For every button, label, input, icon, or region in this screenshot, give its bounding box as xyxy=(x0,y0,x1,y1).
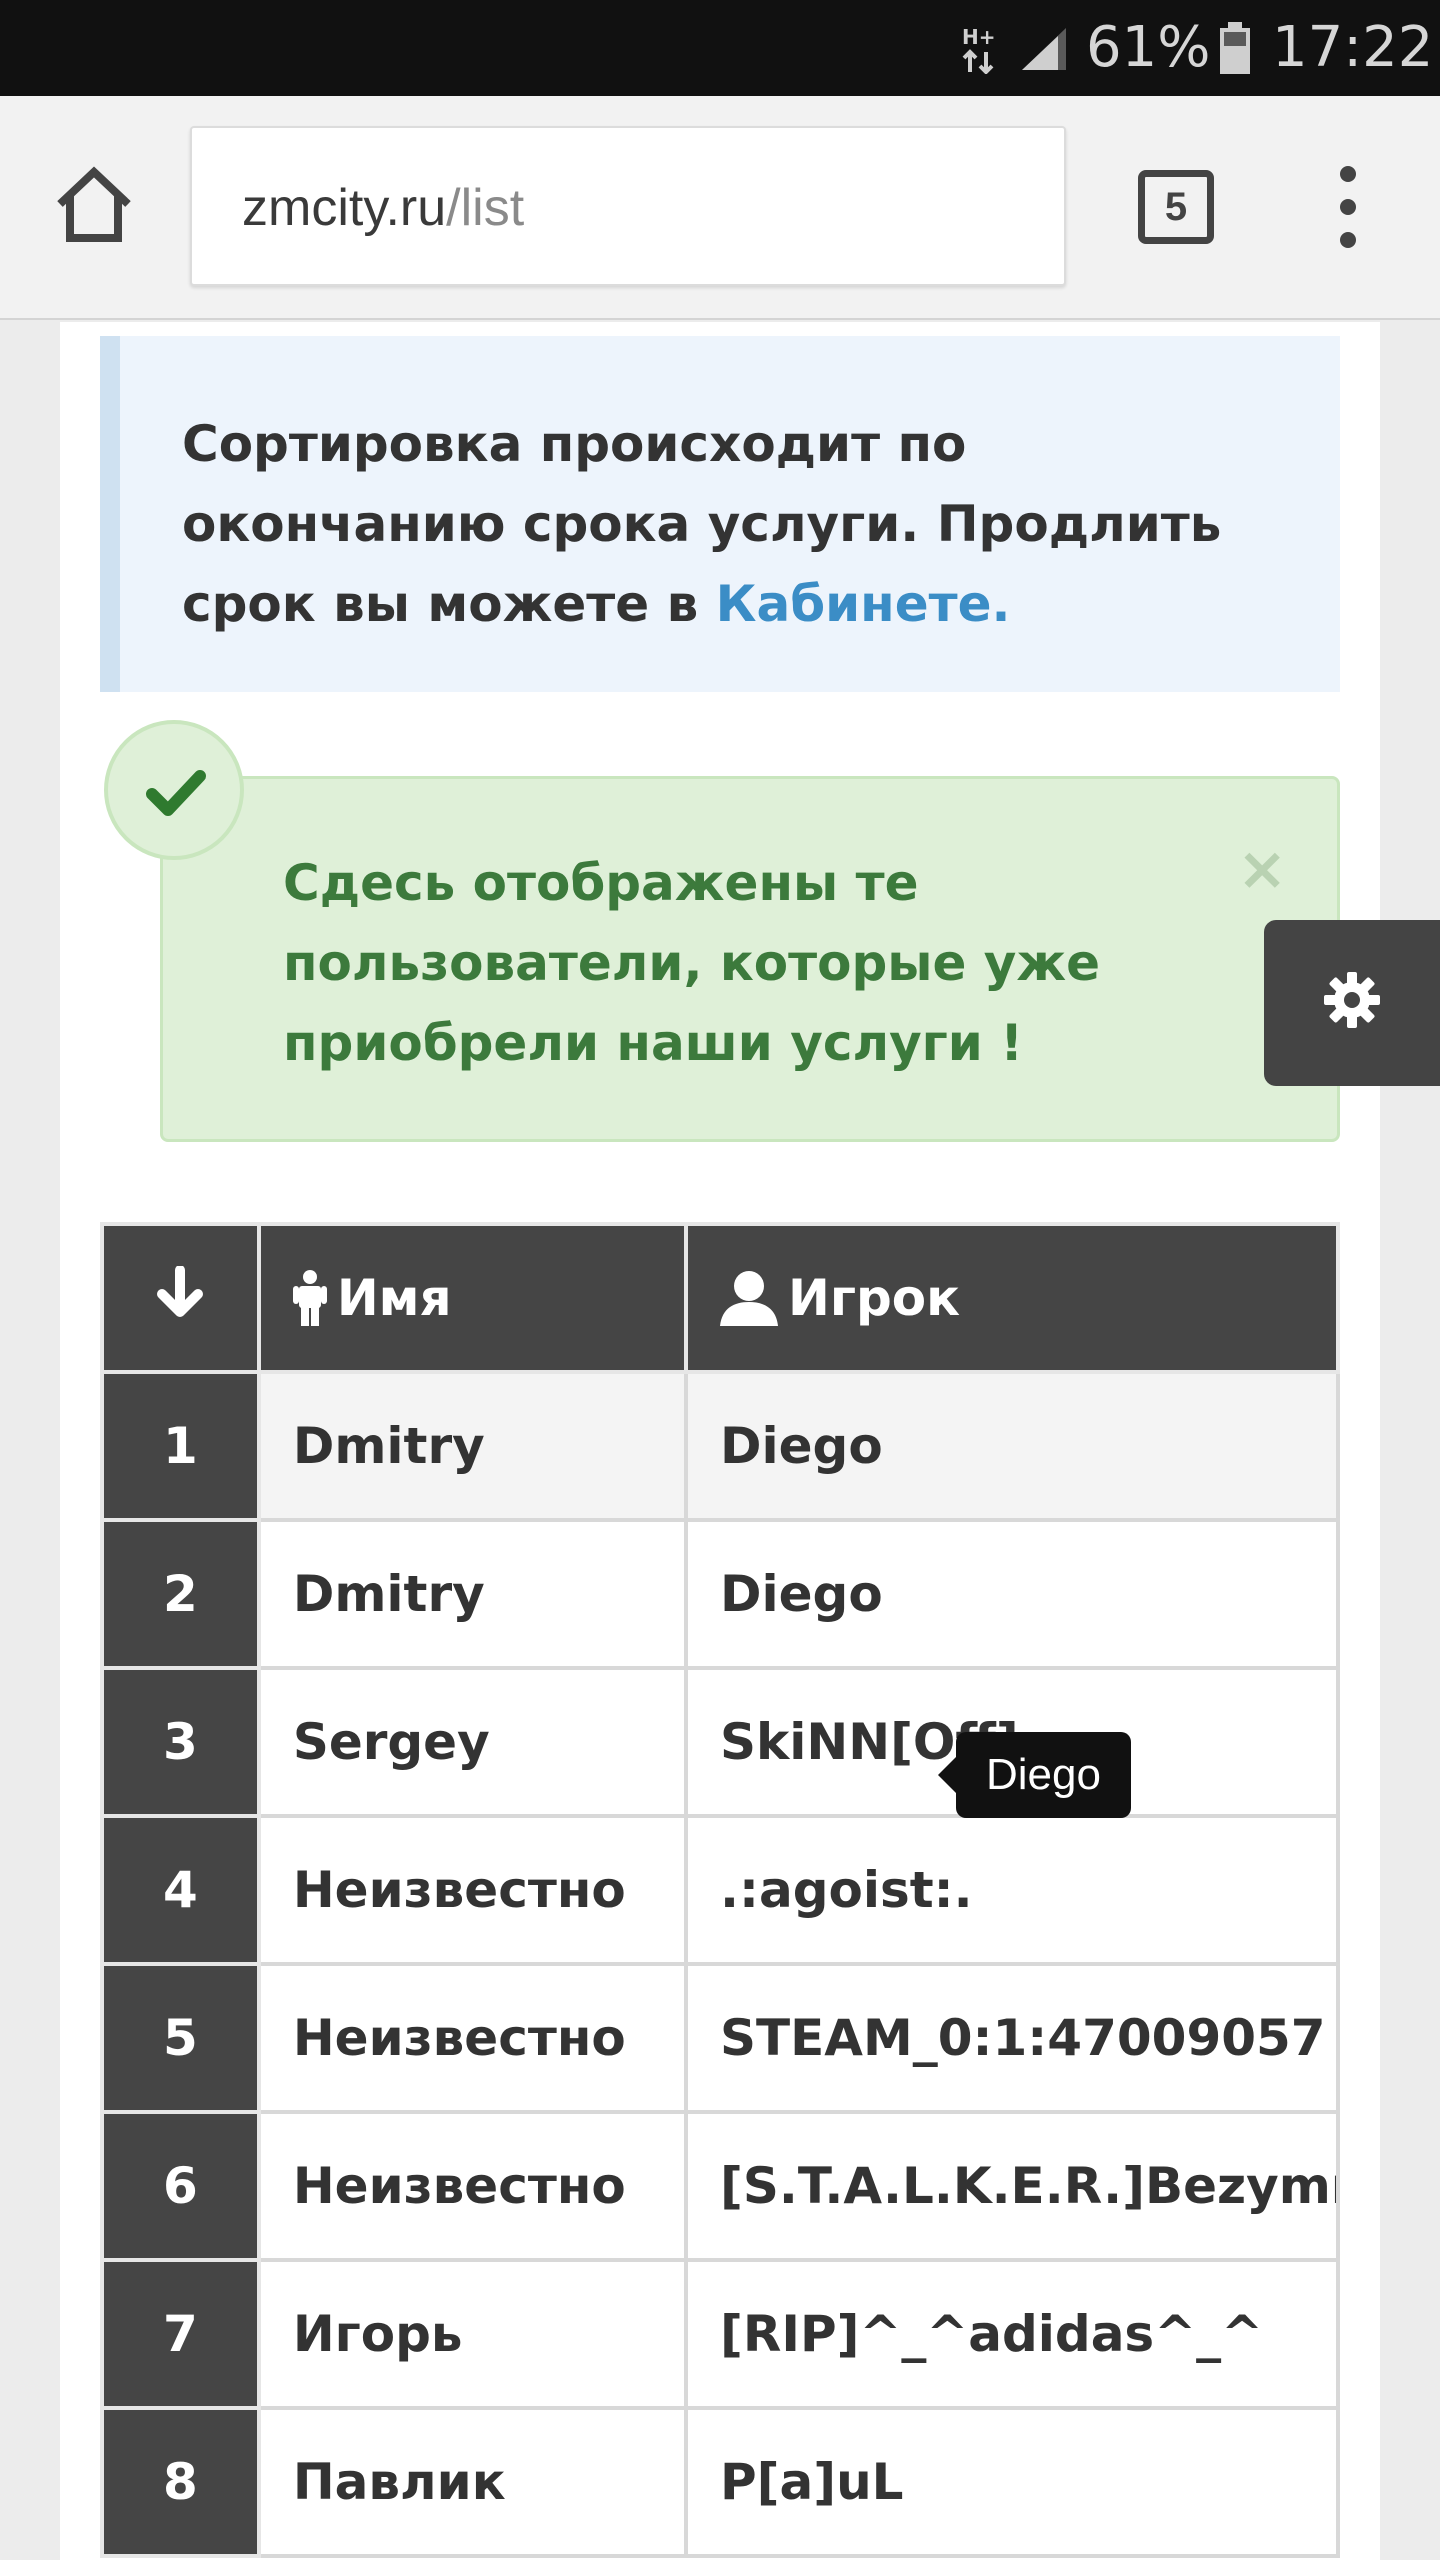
arrow-down-icon xyxy=(157,1265,204,1317)
signal-icon xyxy=(1022,28,1066,70)
success-badge xyxy=(104,720,244,860)
row-number: 8 xyxy=(100,2406,261,2558)
row-name: Неизвестно xyxy=(256,1814,688,1966)
status-bar: H+ 61% 17:22 xyxy=(0,0,1440,96)
row-player: [S.T.A.L.K.E.R.]Bezymnii_ xyxy=(683,2110,1341,2262)
row-name: Игорь xyxy=(256,2258,688,2410)
row-player: [RIP]^_^adidas^_^ xyxy=(683,2258,1341,2410)
row-name: Dmitry xyxy=(256,1518,688,1670)
table-row[interactable]: 4 Неизвестно .:agoist:. xyxy=(100,1814,1341,1966)
sort-header[interactable] xyxy=(100,1222,261,1374)
row-name: Неизвестно xyxy=(256,1962,688,2114)
table-row[interactable]: 6 Неизвестно [S.T.A.L.K.E.R.]Bezymnii_ xyxy=(100,2110,1341,2262)
row-player: STEAM_0:1:47009057 xyxy=(683,1962,1341,2114)
header-player-label: Игрок xyxy=(787,1269,961,1327)
table-header-row: Имя Игрок xyxy=(100,1222,1341,1374)
row-number: 6 xyxy=(100,2110,261,2262)
header-name[interactable]: Имя xyxy=(256,1222,688,1374)
row-number: 3 xyxy=(100,1666,261,1818)
row-number: 7 xyxy=(100,2258,261,2410)
address-bar[interactable]: zmcity.ru/list xyxy=(190,126,1066,286)
table-row[interactable]: 1 Dmitry Diego xyxy=(100,1370,1341,1522)
battery-percent: 61% xyxy=(1086,15,1211,80)
header-name-label: Имя xyxy=(336,1269,452,1327)
overflow-menu-icon[interactable] xyxy=(1330,162,1366,252)
header-player[interactable]: Игрок xyxy=(683,1222,1341,1374)
tab-switcher-button[interactable]: 5 xyxy=(1138,170,1214,244)
cabinet-link[interactable]: Кабинете. xyxy=(716,575,1011,633)
check-icon xyxy=(146,770,206,816)
url-text[interactable]: zmcity.ru/list xyxy=(242,176,524,240)
browser-toolbar: zmcity.ru/list 5 xyxy=(0,96,1440,320)
table-row[interactable]: 7 Игорь [RIP]^_^adidas^_^ xyxy=(100,2258,1341,2410)
row-number: 2 xyxy=(100,1518,261,1670)
row-player: .:agoist:. xyxy=(683,1814,1341,1966)
player-tooltip: Diego xyxy=(938,1732,1131,1818)
table-row[interactable]: 2 Dmitry Diego xyxy=(100,1518,1341,1670)
svg-text:H+: H+ xyxy=(962,25,996,49)
settings-tab[interactable] xyxy=(1264,920,1440,1086)
user-icon xyxy=(719,1271,778,1326)
table-row[interactable]: 5 Неизвестно STEAM_0:1:47009057 xyxy=(100,1962,1341,2114)
row-name: Павлик xyxy=(256,2406,688,2558)
users-table: Имя Игрок 1 Dmitry Diego 2 Dmitry Diego … xyxy=(100,1222,1341,2558)
page-content: Сортировка происходит по окончанию срока… xyxy=(60,322,1380,2560)
success-message: Сдесь отображены те пользователи, которы… xyxy=(283,854,1101,1072)
row-number: 1 xyxy=(100,1370,261,1522)
success-alert: Сдесь отображены те пользователи, которы… xyxy=(160,776,1340,1142)
table-row[interactable]: 3 Sergey SkiNN[Off] xyxy=(100,1666,1341,1818)
gear-icon xyxy=(1324,972,1380,1028)
clock: 17:22 xyxy=(1272,15,1434,80)
info-message: Сортировка происходит по окончанию срока… xyxy=(182,415,1222,633)
info-callout: Сортировка происходит по окончанию срока… xyxy=(100,336,1340,692)
battery-icon xyxy=(1220,22,1250,74)
row-name: Dmitry xyxy=(256,1370,688,1522)
info-text: Сортировка происходит по окончанию срока… xyxy=(182,404,1282,644)
row-player: P[a]uL xyxy=(683,2406,1341,2558)
row-name: Неизвестно xyxy=(256,2110,688,2262)
row-name: Sergey xyxy=(256,1666,688,1818)
url-path: /list xyxy=(446,179,525,237)
home-icon[interactable] xyxy=(52,162,136,246)
url-domain: zmcity.ru xyxy=(242,179,447,237)
table-row[interactable]: 8 Павлик P[a]uL xyxy=(100,2406,1341,2558)
row-number: 4 xyxy=(100,1814,261,1966)
row-player: Diego xyxy=(683,1370,1341,1522)
row-player: Diego xyxy=(683,1518,1341,1670)
person-icon xyxy=(292,1270,327,1326)
row-number: 5 xyxy=(100,1962,261,2114)
network-type-icon: H+ xyxy=(962,25,996,74)
close-alert-button[interactable]: × xyxy=(1237,839,1287,899)
